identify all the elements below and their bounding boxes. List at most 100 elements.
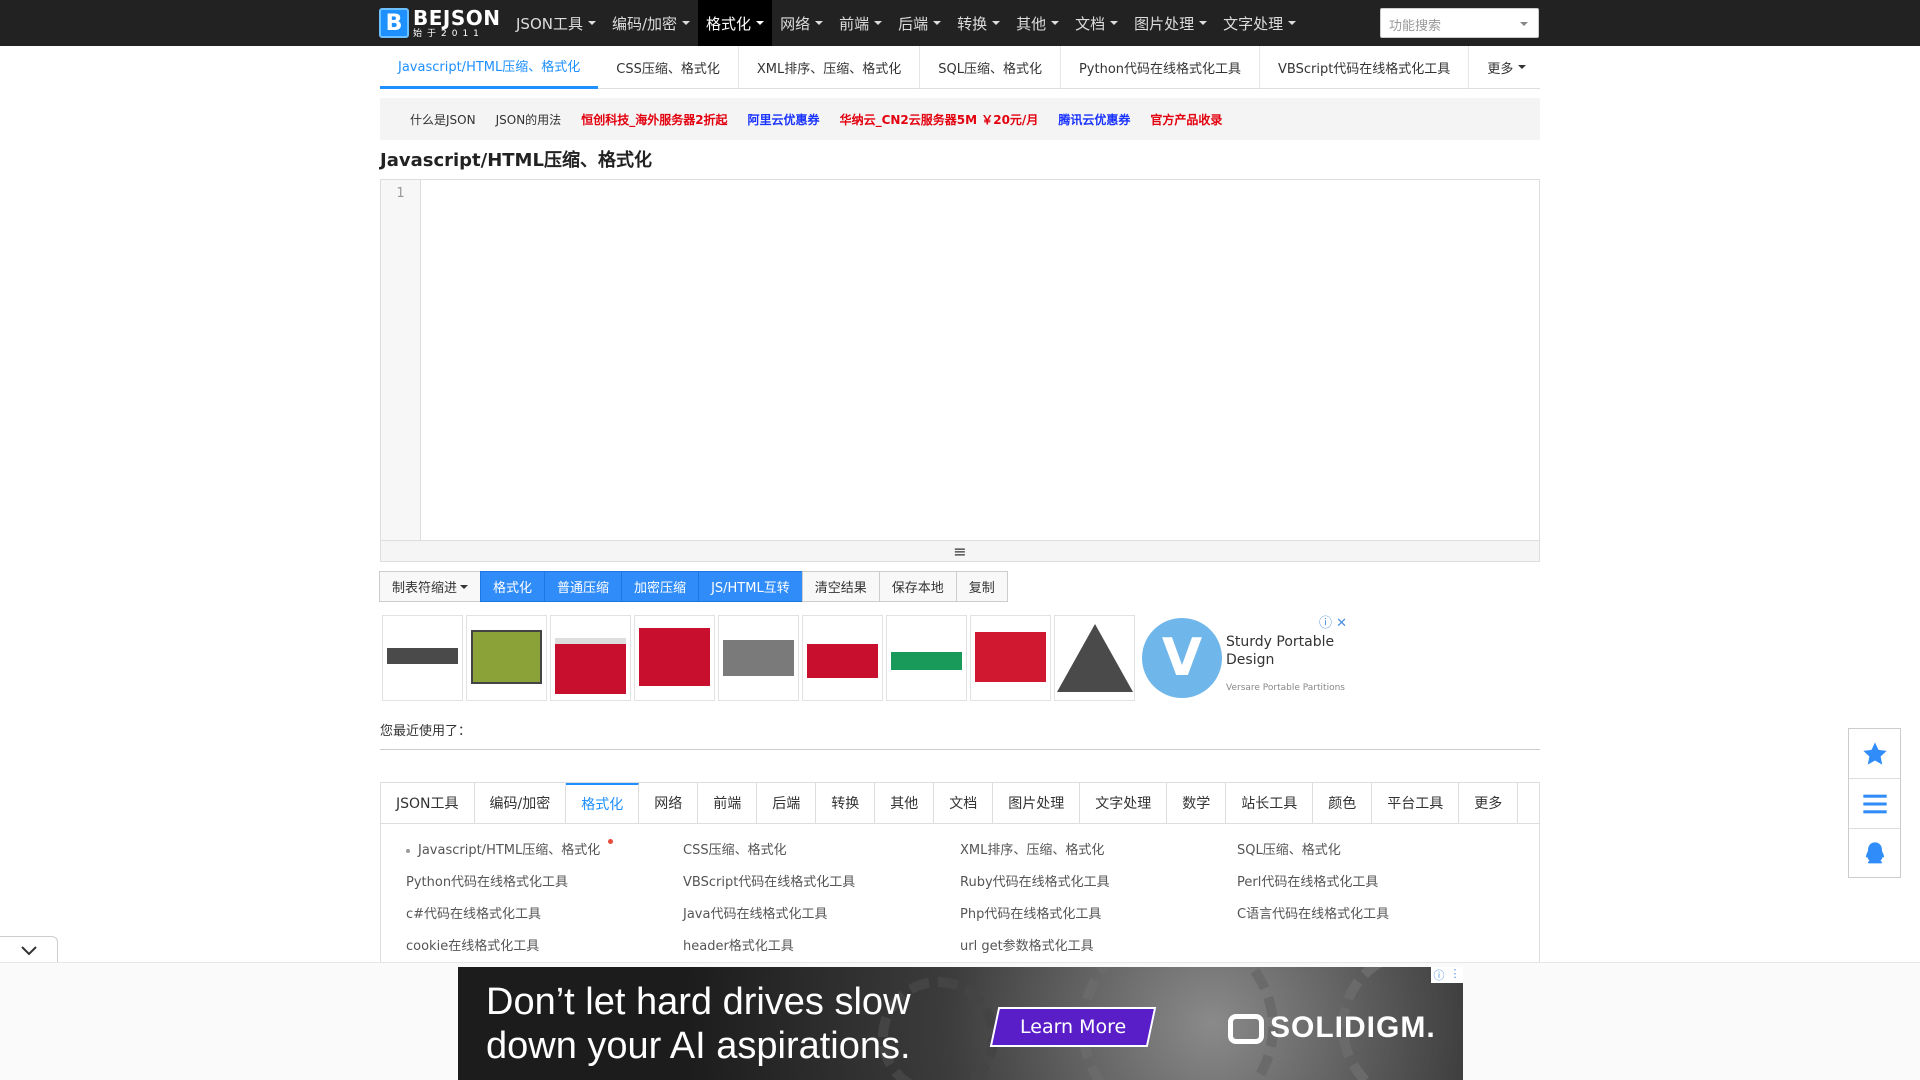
tool-link[interactable]: Ruby代码在线格式化工具 — [960, 871, 1110, 890]
product-ad[interactable]: V Sturdy Portable Design Versare Portabl… — [382, 615, 1348, 701]
subtab-5[interactable]: VBScript代码在线格式化工具 — [1260, 45, 1470, 89]
nav-item-9[interactable]: 图片处理 — [1126, 0, 1215, 46]
tool-link[interactable]: Javascript/HTML压缩、格式化 — [406, 839, 614, 858]
indent-dropdown-button[interactable]: 制表符缩进 — [379, 571, 482, 602]
subtab-2[interactable]: XML排序、压缩、格式化 — [739, 45, 921, 89]
nav-item-6[interactable]: 转换 — [949, 0, 1008, 46]
quick-link[interactable]: 阿里云优惠券 — [748, 111, 820, 128]
category-tab[interactable]: 文字处理 — [1080, 783, 1168, 823]
ad-product-image[interactable] — [1054, 615, 1135, 701]
tool-link[interactable]: Perl代码在线格式化工具 — [1237, 871, 1378, 890]
category-tab[interactable]: 数学 — [1167, 783, 1227, 823]
category-tab[interactable]: 更多 — [1459, 783, 1519, 823]
quick-link[interactable]: 腾讯云优惠券 — [1058, 111, 1130, 128]
qq-contact-button[interactable] — [1849, 829, 1900, 879]
chevron-down-icon — [756, 21, 765, 25]
ad-options-icon[interactable]: ⋮ — [1447, 967, 1463, 983]
category-tab[interactable]: 转换 — [816, 783, 876, 823]
tool-link[interactable]: c#代码在线格式化工具 — [406, 903, 541, 922]
quick-link[interactable]: JSON的用法 — [496, 111, 562, 128]
subtab-6[interactable]: 更多 — [1469, 46, 1544, 89]
ad-product-image[interactable] — [970, 615, 1051, 701]
nav-item-10[interactable]: 文字处理 — [1215, 0, 1304, 46]
nav-item-4[interactable]: 前端 — [831, 0, 890, 46]
category-tab[interactable]: 平台工具 — [1372, 783, 1460, 823]
ad-product-image[interactable] — [382, 615, 463, 701]
bottom-banner-ad[interactable]: Don’t let hard drives slow down your AI … — [458, 967, 1463, 1080]
ad-info-icon[interactable]: ⓘ — [1431, 967, 1447, 983]
category-tab[interactable]: 格式化 — [566, 783, 640, 823]
advertiser-logo[interactable]: V — [1142, 618, 1222, 698]
category-tab[interactable]: 颜色 — [1313, 783, 1373, 823]
nav-item-3[interactable]: 网络 — [772, 0, 831, 46]
tool-link[interactable]: Python代码在线格式化工具 — [406, 871, 568, 890]
nav-item-label: 其他 — [1016, 14, 1047, 33]
format-button[interactable]: 格式化 — [480, 571, 546, 602]
category-tab[interactable]: 网络 — [639, 783, 699, 823]
subtab-4[interactable]: Python代码在线格式化工具 — [1061, 45, 1261, 89]
nav-item-5[interactable]: 后端 — [890, 0, 949, 46]
subtab-0[interactable]: Javascript/HTML压缩、格式化 — [380, 46, 599, 89]
tool-link-label: Java代码在线格式化工具 — [683, 907, 828, 922]
code-editor[interactable]: 1 ≡ — [380, 179, 1540, 562]
ad-info-icon[interactable]: ⓘ — [1319, 616, 1332, 631]
subtab-label: Javascript/HTML压缩、格式化 — [398, 60, 581, 75]
ad-product-image[interactable] — [802, 615, 883, 701]
nav-item-1[interactable]: 编码/加密 — [604, 0, 698, 46]
compress-button[interactable]: 普通压缩 — [544, 571, 623, 602]
clear-result-button[interactable]: 清空结果 — [801, 571, 880, 602]
quick-link[interactable]: 恒创科技_海外服务器2折起 — [581, 111, 727, 128]
chevron-down-icon — [874, 21, 883, 25]
tool-link[interactable]: XML排序、压缩、格式化 — [960, 839, 1104, 858]
ad-product-image[interactable] — [550, 615, 631, 701]
nav-item-2[interactable]: 格式化 — [698, 0, 773, 46]
encrypt-compress-button[interactable]: 加密压缩 — [621, 571, 700, 602]
category-tab[interactable]: 站长工具 — [1226, 783, 1314, 823]
quick-link[interactable]: 官方产品收录 — [1150, 111, 1222, 128]
tool-link[interactable]: C语言代码在线格式化工具 — [1237, 903, 1389, 922]
tool-link[interactable]: cookie在线格式化工具 — [406, 935, 539, 954]
category-tab[interactable]: 文档 — [934, 783, 994, 823]
tool-link[interactable]: SQL压缩、格式化 — [1237, 839, 1341, 858]
tool-link[interactable]: VBScript代码在线格式化工具 — [683, 871, 855, 890]
save-local-button[interactable]: 保存本地 — [878, 571, 957, 602]
copy-button[interactable]: 复制 — [955, 571, 1008, 602]
ad-product-image[interactable] — [718, 615, 799, 701]
nav-item-7[interactable]: 其他 — [1008, 0, 1067, 46]
subtab-3[interactable]: SQL压缩、格式化 — [920, 45, 1061, 89]
category-tab[interactable]: 其他 — [875, 783, 935, 823]
ad-product-image[interactable] — [466, 615, 547, 701]
tool-link[interactable]: CSS压缩、格式化 — [683, 839, 787, 858]
favorite-button[interactable] — [1849, 729, 1900, 779]
js-html-convert-button[interactable]: JS/HTML互转 — [698, 571, 803, 602]
ad-close-icon[interactable]: ✕ — [1336, 616, 1347, 631]
learn-more-button[interactable]: Learn More — [989, 1007, 1157, 1047]
category-tab[interactable]: 后端 — [757, 783, 817, 823]
feature-search-input[interactable]: 功能搜索 — [1380, 8, 1539, 38]
ad-product-image[interactable] — [634, 615, 715, 701]
nav-item-0[interactable]: JSON工具 — [508, 0, 604, 46]
tool-link[interactable]: Php代码在线格式化工具 — [960, 903, 1101, 922]
tool-link[interactable]: url get参数格式化工具 — [960, 935, 1094, 954]
subtab-1[interactable]: CSS压缩、格式化 — [598, 45, 739, 89]
tool-link[interactable]: header格式化工具 — [683, 935, 794, 954]
menu-button[interactable] — [1849, 779, 1900, 829]
collapse-ad-button[interactable] — [0, 936, 58, 964]
quick-link[interactable]: 什么是JSON — [410, 111, 476, 128]
subtab-label: Python代码在线格式化工具 — [1078, 61, 1242, 77]
bejson-logo[interactable]: B BEJSON 始于2011 — [379, 6, 501, 40]
ad-title[interactable]: Sturdy Portable Design — [1226, 633, 1346, 669]
category-tab[interactable]: JSON工具 — [381, 783, 475, 823]
category-tab[interactable]: 前端 — [698, 783, 758, 823]
tool-link[interactable]: Java代码在线格式化工具 — [683, 903, 827, 922]
ad-choices-badge[interactable]: ⓘ ⋮ — [1431, 967, 1463, 983]
logo-mark-icon: B — [379, 8, 409, 38]
nav-item-label: 前端 — [839, 14, 870, 33]
ad-product-image[interactable] — [886, 615, 967, 701]
category-tab[interactable]: 编码/加密 — [475, 783, 567, 823]
quick-link[interactable]: 华纳云_CN2云服务器5M ￥20元/月 — [840, 111, 1039, 128]
ad-advertiser[interactable]: Versare Portable Partitions — [1226, 683, 1345, 693]
editor-resize-handle[interactable]: ≡ — [381, 540, 1539, 561]
nav-item-8[interactable]: 文档 — [1067, 0, 1126, 46]
category-tab[interactable]: 图片处理 — [993, 783, 1081, 823]
